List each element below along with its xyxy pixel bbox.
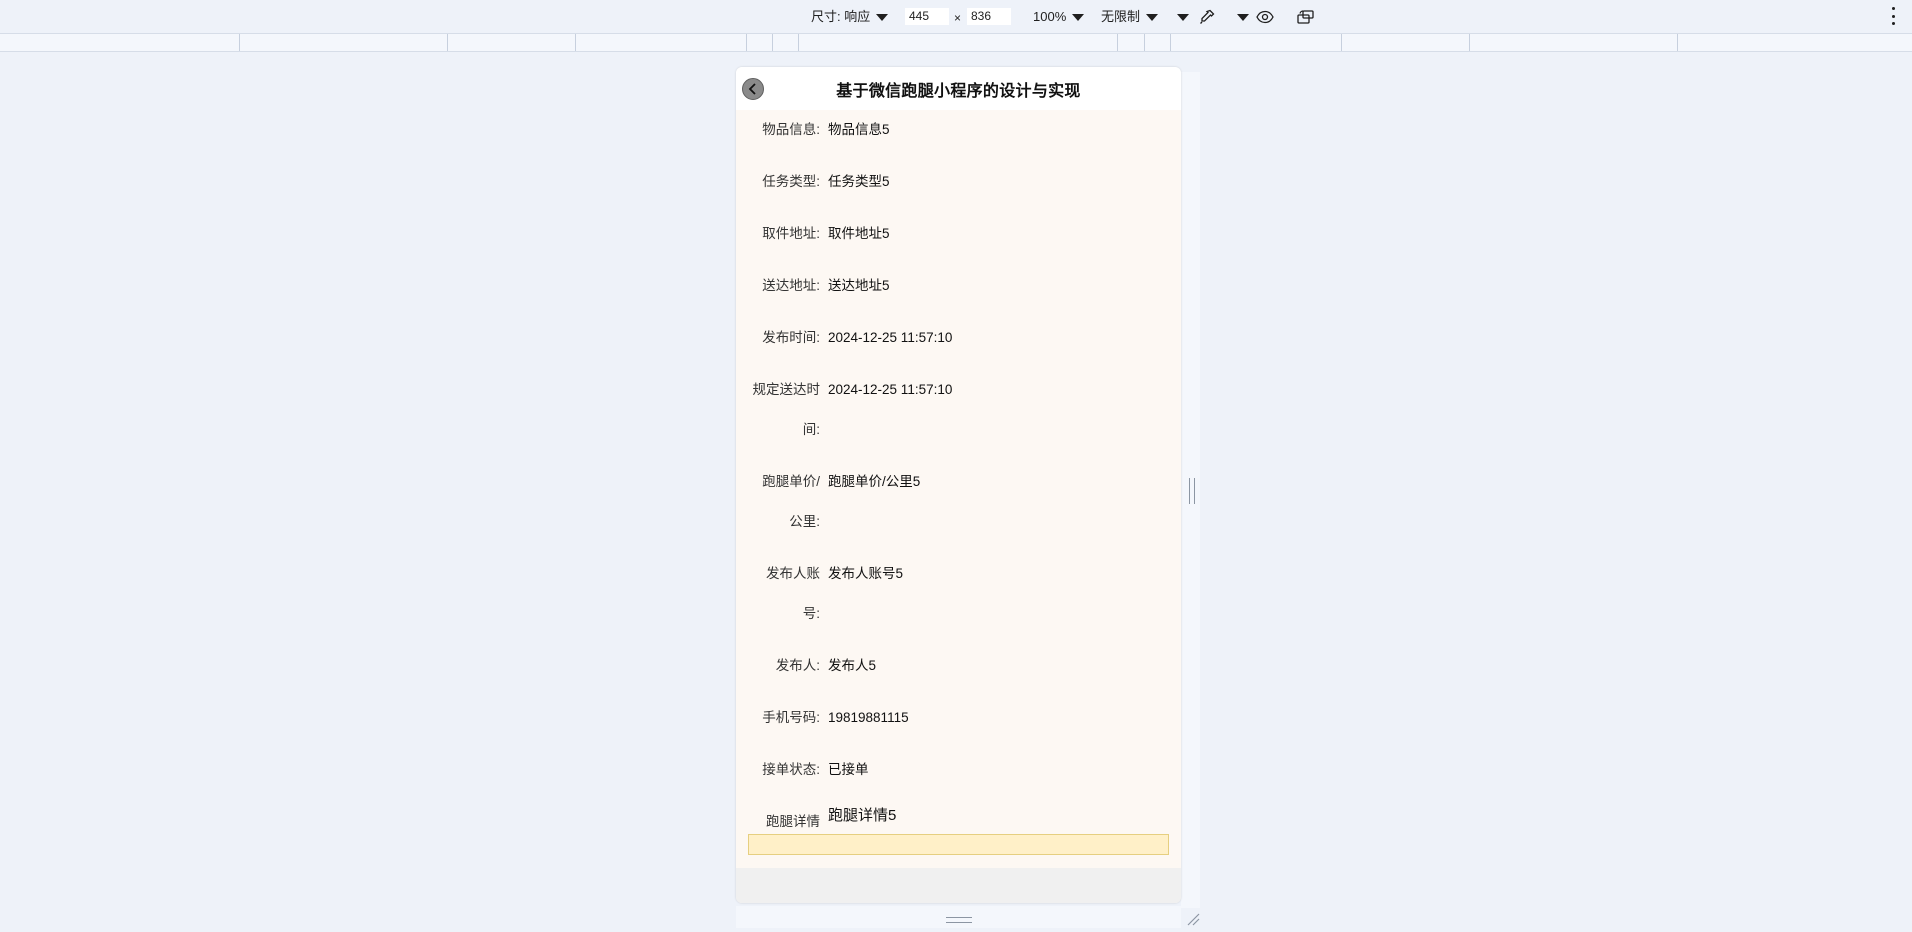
media-query-marker[interactable] [1677, 34, 1678, 51]
zoom-label: 100% [1033, 9, 1067, 24]
chevron-down-icon [1072, 14, 1085, 22]
throttle-dropdown[interactable]: 无限制 [1101, 9, 1159, 25]
chevron-down-icon [1177, 14, 1189, 22]
chevron-left-icon [748, 83, 756, 95]
field-label: 任务类型: [762, 174, 820, 189]
chevron-down-icon [1146, 14, 1159, 22]
media-query-marker[interactable] [239, 34, 240, 51]
throttle-label: 无限制 [1101, 9, 1141, 24]
media-query-marker[interactable] [798, 34, 799, 51]
back-button[interactable] [742, 78, 764, 100]
field-value: 2024-12-25 11:57:10 [828, 382, 953, 397]
field-value: 物品信息5 [828, 122, 890, 137]
field-label: 发布人账 [766, 566, 820, 581]
device-viewport: 基于微信跑腿小程序的设计与实现 物品信息: 物品信息5 任务类型: 任务类型5 … [736, 67, 1181, 903]
resize-corner-icon[interactable] [1186, 912, 1200, 926]
field-value: 19819881115 [828, 710, 909, 725]
field-value: 发布人账号5 [828, 566, 904, 581]
detail-content-box [748, 834, 1169, 855]
media-query-marker[interactable] [1341, 34, 1342, 51]
field-value: 跑腿详情5 [828, 807, 897, 824]
resize-handle-bottom[interactable] [946, 917, 972, 923]
field-value: 任务类型5 [828, 174, 890, 189]
field-label: 接单状态: [762, 762, 820, 777]
field-label: 发布时间: [762, 330, 820, 345]
resize-handle-right[interactable] [1189, 478, 1195, 504]
zoom-dropdown[interactable]: 100% [1033, 9, 1085, 25]
vision-dropdown[interactable] [1231, 9, 1249, 25]
field-label-cont: 号: [802, 606, 820, 621]
field-value: 送达地址5 [828, 278, 890, 293]
media-query-marker[interactable] [1117, 34, 1118, 51]
media-query-marker[interactable] [447, 34, 448, 51]
field-label: 规定送达时 [752, 382, 821, 397]
media-query-bar [0, 33, 1912, 52]
media-query-marker[interactable] [1469, 34, 1470, 51]
field-label: 发布人: [775, 658, 820, 673]
width-input[interactable]: 445 [905, 8, 949, 25]
field-label: 取件地址: [762, 226, 820, 241]
nav-bar: 基于微信跑腿小程序的设计与实现 [736, 67, 1181, 110]
field-label-cont: 公里: [789, 514, 820, 529]
page-title: 基于微信跑腿小程序的设计与实现 [836, 82, 1081, 100]
field-label: 送达地址: [762, 278, 820, 293]
media-query-marker[interactable] [772, 34, 773, 51]
media-query-marker[interactable] [1170, 34, 1171, 51]
more-options-dropdown[interactable] [1171, 9, 1189, 25]
dimensions-label: 尺寸: 响应 [811, 9, 871, 24]
field-value: 2024-12-25 11:57:10 [828, 330, 953, 345]
field-label: 手机号码: [762, 710, 820, 725]
dimensions-dropdown[interactable]: 尺寸: 响应 [811, 9, 889, 25]
media-query-marker[interactable] [746, 34, 747, 51]
device-toolbar: 尺寸: 响应 445 × 836 100% 无限制 [0, 0, 1912, 33]
field-value: 取件地址5 [828, 226, 890, 241]
field-value: 跑腿单价/公里5 [828, 474, 921, 489]
field-label: 物品信息: [762, 122, 820, 137]
rotate-device-icon[interactable] [1296, 7, 1316, 27]
media-query-marker[interactable] [1144, 34, 1145, 51]
field-value: 发布人5 [828, 658, 877, 673]
eye-icon[interactable] [1255, 7, 1275, 27]
field-label-cont: 间: [802, 422, 820, 437]
more-vertical-icon[interactable] [1892, 7, 1896, 25]
eyedropper-icon[interactable] [1197, 7, 1217, 27]
field-label: 跑腿单价/ [762, 474, 820, 489]
media-query-marker[interactable] [575, 34, 576, 51]
chevron-down-icon [1237, 14, 1249, 22]
page-footer [736, 868, 1181, 903]
field-value: 已接单 [828, 762, 869, 777]
times-symbol: × [954, 11, 962, 25]
height-input[interactable]: 836 [967, 8, 1011, 25]
chevron-down-icon [876, 14, 889, 22]
